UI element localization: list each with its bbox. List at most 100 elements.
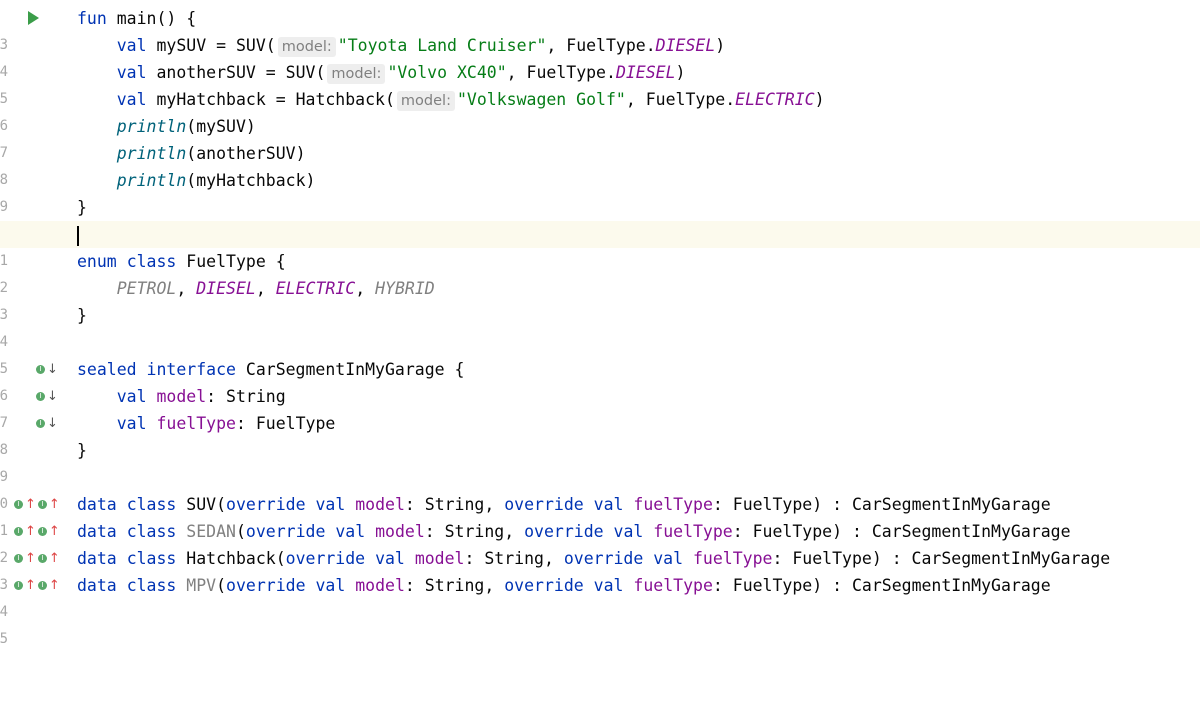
- arrow-down-icon[interactable]: ↓: [47, 363, 58, 376]
- keyword: data: [77, 522, 117, 541]
- keyword: val: [116, 90, 147, 109]
- code-text: }: [77, 198, 87, 217]
- keyword: data: [77, 495, 117, 514]
- implements-icon[interactable]: I: [14, 581, 23, 590]
- arrow-up-icon[interactable]: ↑: [49, 498, 60, 511]
- implemented-icon[interactable]: I: [36, 392, 45, 401]
- keyword: override: [524, 522, 604, 541]
- property-name: model: [355, 576, 405, 595]
- code-line: 9 println(myHatchback): [0, 167, 1200, 215]
- arrow-up-icon[interactable]: ↑: [49, 579, 60, 592]
- implements-icon[interactable]: I: [37, 581, 47, 590]
- arrow-up-icon[interactable]: ↑: [25, 525, 36, 538]
- property-name: model: [414, 549, 465, 568]
- code-line: 3 PETROL, DIESEL, ELECTRIC, HYBRID: [0, 275, 1200, 323]
- class-name: MPV: [186, 576, 217, 595]
- implements-icon[interactable]: I: [14, 554, 23, 563]
- property-name: fuelType: [653, 522, 733, 541]
- keyword: class: [126, 576, 177, 595]
- code-text: (: [235, 522, 246, 541]
- code-text: ,: [255, 279, 266, 298]
- keyword: data: [77, 549, 117, 568]
- code-line: 9 }: [0, 437, 1200, 485]
- code-text: : String,: [424, 522, 515, 541]
- property-name: model: [156, 387, 207, 406]
- enum-constant: ELECTRIC: [735, 90, 815, 109]
- code-line: 4 I ↑ I ↑ data class MPV(override val model…: [0, 572, 1200, 620]
- code-text: : FuelType) : CarSegmentInMyGarage: [712, 495, 1051, 514]
- keyword: class: [126, 495, 177, 514]
- keyword: fun: [77, 9, 107, 28]
- code-line: 0: [0, 464, 1200, 512]
- parameter-hint: model:: [277, 37, 336, 57]
- string-literal: "Volvo XC40": [387, 63, 507, 82]
- keyword: interface: [146, 360, 236, 379]
- code-text: }: [77, 306, 87, 325]
- arrow-up-icon[interactable]: ↑: [25, 552, 36, 565]
- code-line: 2 enum class FuelType {: [0, 248, 1200, 296]
- code-line: 6 val myHatchback = Hatchback(model: "Vol…: [0, 86, 1200, 134]
- keyword: val: [593, 495, 624, 514]
- code-text: Hatchback(: [186, 549, 286, 568]
- string-literal: "Volkswagen Golf": [456, 90, 626, 109]
- keyword: val: [116, 387, 147, 406]
- arrow-up-icon[interactable]: ↑: [49, 552, 60, 565]
- code-text: myHatchback = Hatchback(: [156, 90, 395, 109]
- code-line: 1 I ↑ I ↑ data class SUV(override val model…: [0, 491, 1200, 539]
- arrow-up-icon[interactable]: ↑: [49, 525, 60, 538]
- code-text: }: [77, 441, 87, 460]
- enum-constant: DIESEL: [655, 36, 716, 55]
- keyword: val: [335, 522, 366, 541]
- code-line: 5: [0, 599, 1200, 647]
- keyword: sealed: [77, 360, 137, 379]
- implements-icon[interactable]: I: [37, 500, 47, 509]
- enum-constant: HYBRID: [375, 279, 435, 298]
- code-text: : FuelType) : CarSegmentInMyGarage: [772, 549, 1111, 568]
- implemented-icon[interactable]: I: [36, 419, 45, 428]
- implemented-icon[interactable]: I: [36, 365, 45, 374]
- code-text: , FuelType.: [506, 63, 616, 82]
- property-name: model: [375, 522, 425, 541]
- current-line[interactable]: 1: [0, 221, 1200, 269]
- code-line: 3 fun main() {: [0, 5, 1200, 53]
- code-line: 2 I ↑ I ↑ data class SEDAN(override val mod…: [0, 518, 1200, 566]
- enum-constant: DIESEL: [196, 279, 256, 298]
- code-text: mySUV = SUV(: [156, 36, 276, 55]
- code-line: 6 I ↓ sealed interface CarSegmentInMyGara…: [0, 356, 1200, 404]
- enum-constant: PETROL: [116, 279, 177, 298]
- code-text: SUV(: [186, 495, 227, 514]
- arrow-up-icon[interactable]: ↑: [25, 579, 36, 592]
- keyword: val: [593, 576, 624, 595]
- keyword: data: [77, 576, 117, 595]
- code-line: 0 }: [0, 194, 1200, 242]
- keyword: override: [226, 495, 306, 514]
- keyword: val: [315, 576, 346, 595]
- implements-icon[interactable]: I: [14, 527, 23, 536]
- enum-constant: DIESEL: [615, 63, 676, 82]
- keyword: class: [126, 549, 177, 568]
- code-text: (mySUV): [186, 117, 256, 136]
- code-text: ): [675, 63, 686, 82]
- function-call: println: [116, 144, 187, 163]
- code-line: 5 val anotherSUV = SUV(model: "Volvo XC40…: [0, 59, 1200, 107]
- arrow-down-icon[interactable]: ↓: [47, 390, 58, 403]
- arrow-down-icon[interactable]: ↓: [47, 417, 58, 430]
- code-editor[interactable]: 3 fun main() { 4 val mySUV = SUV(model: "…: [0, 0, 1200, 647]
- keyword: val: [375, 549, 405, 568]
- implements-icon[interactable]: I: [37, 527, 47, 536]
- line-number: 5: [0, 631, 8, 647]
- implements-icon[interactable]: I: [14, 500, 23, 509]
- code-text: ): [715, 36, 726, 55]
- code-text: : String: [206, 387, 286, 406]
- property-name: fuelType: [633, 576, 713, 595]
- code-line: 8 println(anotherSUV): [0, 140, 1200, 188]
- run-icon[interactable]: [28, 11, 39, 25]
- code-text: : FuelType: [235, 414, 336, 433]
- implements-icon[interactable]: I: [37, 554, 47, 563]
- text-cursor: [77, 225, 79, 246]
- arrow-up-icon[interactable]: ↑: [25, 498, 36, 511]
- keyword: val: [653, 549, 684, 568]
- function-call: println: [116, 171, 187, 190]
- property-name: fuelType: [633, 495, 713, 514]
- code-line: 5: [0, 329, 1200, 377]
